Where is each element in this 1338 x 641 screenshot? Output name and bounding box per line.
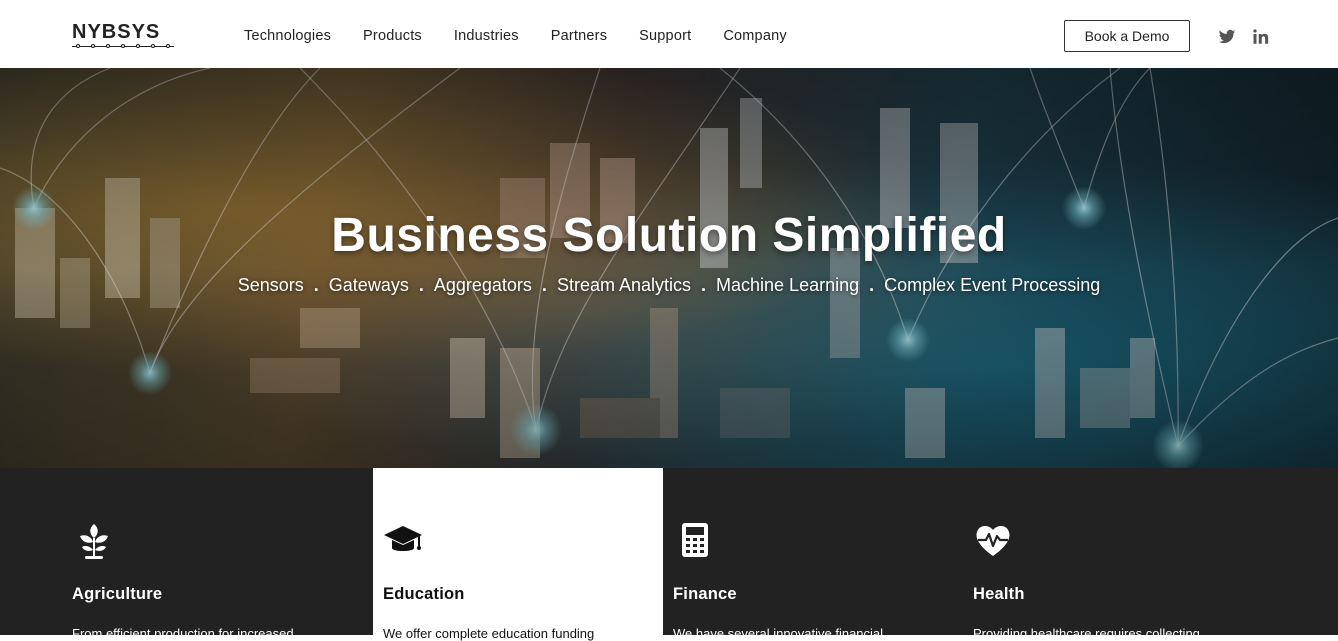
nav-industries[interactable]: Industries [454,27,519,45]
twitter-icon[interactable] [1218,28,1236,46]
tag-aggregators: Aggregators [433,275,532,295]
nav-products[interactable]: Products [363,27,422,45]
tag-separator: . [869,275,875,295]
tag-stream-analytics: Stream Analytics [556,275,691,295]
industry-title: Agriculture [72,585,163,603]
tag-separator: . [313,275,319,295]
logo-dot [76,44,80,48]
logo-dot [136,44,140,48]
industry-description: From efficient production for increased [72,626,294,641]
tag-complex-event-processing: Complex Event Processing [884,275,1101,295]
linkedin-icon[interactable] [1252,28,1270,46]
logo[interactable]: NYBSYS [72,22,176,50]
nav-technologies[interactable]: Technologies [244,27,331,45]
hero-banner: Business Solution Simplified Sensors. Gat… [0,68,1338,468]
industries-section: Agriculture From efficient production fo… [0,468,1338,641]
tag-gateways: Gateways [328,275,409,295]
industry-description: Providing healthcare requires collecting [973,626,1200,641]
main-nav: Technologies Products Industries Partner… [244,27,819,45]
calculator-icon [682,523,708,557]
site-header: NYBSYS Technologies Products Industries … [0,0,1338,68]
tag-separator: . [541,275,547,295]
industry-title: Education [383,585,465,603]
logo-dot [121,44,125,48]
industry-description: We offer complete education funding [383,626,595,641]
nav-partners[interactable]: Partners [551,27,607,45]
logo-dot [166,44,170,48]
heart-pulse-icon [976,526,1010,556]
industry-title: Finance [673,585,737,603]
industry-card-finance[interactable]: Finance We have several innovative finan… [663,468,963,641]
industry-card-health[interactable]: Health Providing healthcare requires col… [963,468,1338,641]
tag-separator: . [418,275,424,295]
plant-icon [80,524,108,559]
industry-card-education[interactable]: Education We offer complete education fu… [373,468,663,641]
industry-title: Health [973,585,1025,603]
industry-card-agriculture[interactable]: Agriculture From efficient production fo… [0,468,373,641]
tag-machine-learning: Machine Learning [716,275,860,295]
hero-tagline: Sensors. Gateways. Aggregators. Stream Anal… [0,275,1338,296]
logo-dot [151,44,155,48]
book-demo-button[interactable]: Book a Demo [1064,20,1190,52]
tag-separator: . [701,275,707,295]
graduation-cap-icon [384,526,422,551]
industry-description: We have several innovative financial [673,626,884,641]
logo-text: NYBSYS [72,21,161,43]
tag-sensors: Sensors [237,275,304,295]
logo-dot [91,44,95,48]
logo-dot [106,44,110,48]
nav-support[interactable]: Support [639,27,691,45]
hero-city-illustration [0,68,1338,468]
nav-company[interactable]: Company [723,27,786,45]
hero-title: Business Solution Simplified [331,209,1007,262]
